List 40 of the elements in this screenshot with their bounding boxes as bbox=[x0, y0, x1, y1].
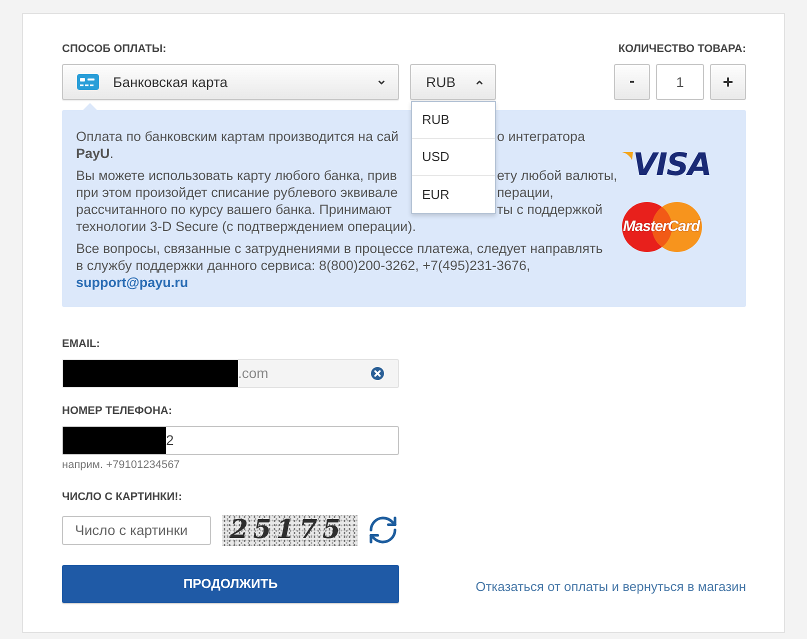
clear-icon[interactable] bbox=[371, 367, 384, 380]
support-email-link[interactable]: support@payu.ru bbox=[76, 274, 188, 291]
info-text: о интегратора bbox=[497, 128, 585, 145]
info-text: рассчитанного по курсу вашего банка. Принимают bbox=[76, 202, 392, 217]
field-label: ЧИСЛО С КАРТИНКИ!: bbox=[62, 491, 182, 504]
info-text: при этом произойдет списание рублевого эквивале bbox=[76, 185, 398, 200]
field-label: СПОСОБ ОПЛАТЫ: bbox=[62, 43, 166, 56]
field-label: КОЛИЧЕСТВО ТОВАРА: bbox=[618, 43, 746, 56]
info-text: ты с поддержкой bbox=[497, 201, 603, 218]
info-text: Оплата по банковским картам производится на сай bbox=[76, 129, 399, 144]
captcha-input[interactable]: Число с картинки bbox=[62, 516, 211, 544]
info-text: Вы можете использовать карту любого банка, прив bbox=[76, 168, 397, 183]
dropdown-option[interactable]: RUB bbox=[412, 102, 495, 139]
overlapping-circles-icon bbox=[622, 202, 702, 252]
cancel-link[interactable]: Отказаться от оплаты и вернуться в магазин bbox=[476, 577, 746, 597]
dropdown-option[interactable]: EUR bbox=[412, 176, 495, 213]
decrement-button[interactable]: - bbox=[614, 64, 650, 100]
dropdown-option[interactable]: USD bbox=[412, 139, 495, 176]
info-text: ету любой валюты, bbox=[497, 167, 618, 184]
chevron-up-icon bbox=[475, 78, 484, 86]
field-label: EMAIL: bbox=[62, 338, 100, 351]
info-text: PayU. bbox=[76, 145, 114, 162]
payment-method-select[interactable]: Банковская карта bbox=[62, 64, 399, 100]
refresh-icon[interactable] bbox=[367, 514, 399, 546]
logo-text: VISA bbox=[633, 150, 711, 181]
info-text: технологии 3-D Secure (с подтверждением операции). bbox=[76, 218, 416, 235]
hint-text: наприм. +79101234567 bbox=[62, 459, 180, 472]
bank-card-icon bbox=[77, 74, 99, 90]
currency-select[interactable]: RUB bbox=[410, 64, 496, 100]
quantity-input[interactable]: 1 bbox=[656, 64, 704, 100]
info-paragraph: Все вопросы, связанные с затруднениями в процессе платежа, следует направлять в службу поддержки данного сервиса: 8(800)200-3262, +7(495)231-3676, support@payu.ru bbox=[76, 240, 604, 291]
info-text: перации, bbox=[497, 184, 554, 201]
increment-button[interactable]: + bbox=[710, 64, 746, 100]
field-label: НОМЕР ТЕЛЕФОНА: bbox=[62, 405, 172, 418]
chevron-down-icon bbox=[377, 78, 386, 86]
swoosh-icon bbox=[622, 152, 633, 160]
logo-text: MasterCard bbox=[623, 218, 700, 235]
phone-field[interactable]: 2 bbox=[62, 426, 399, 455]
continue-button[interactable]: ПРОДОЛЖИТЬ bbox=[62, 565, 399, 603]
captcha-code: 25175 bbox=[230, 515, 346, 545]
